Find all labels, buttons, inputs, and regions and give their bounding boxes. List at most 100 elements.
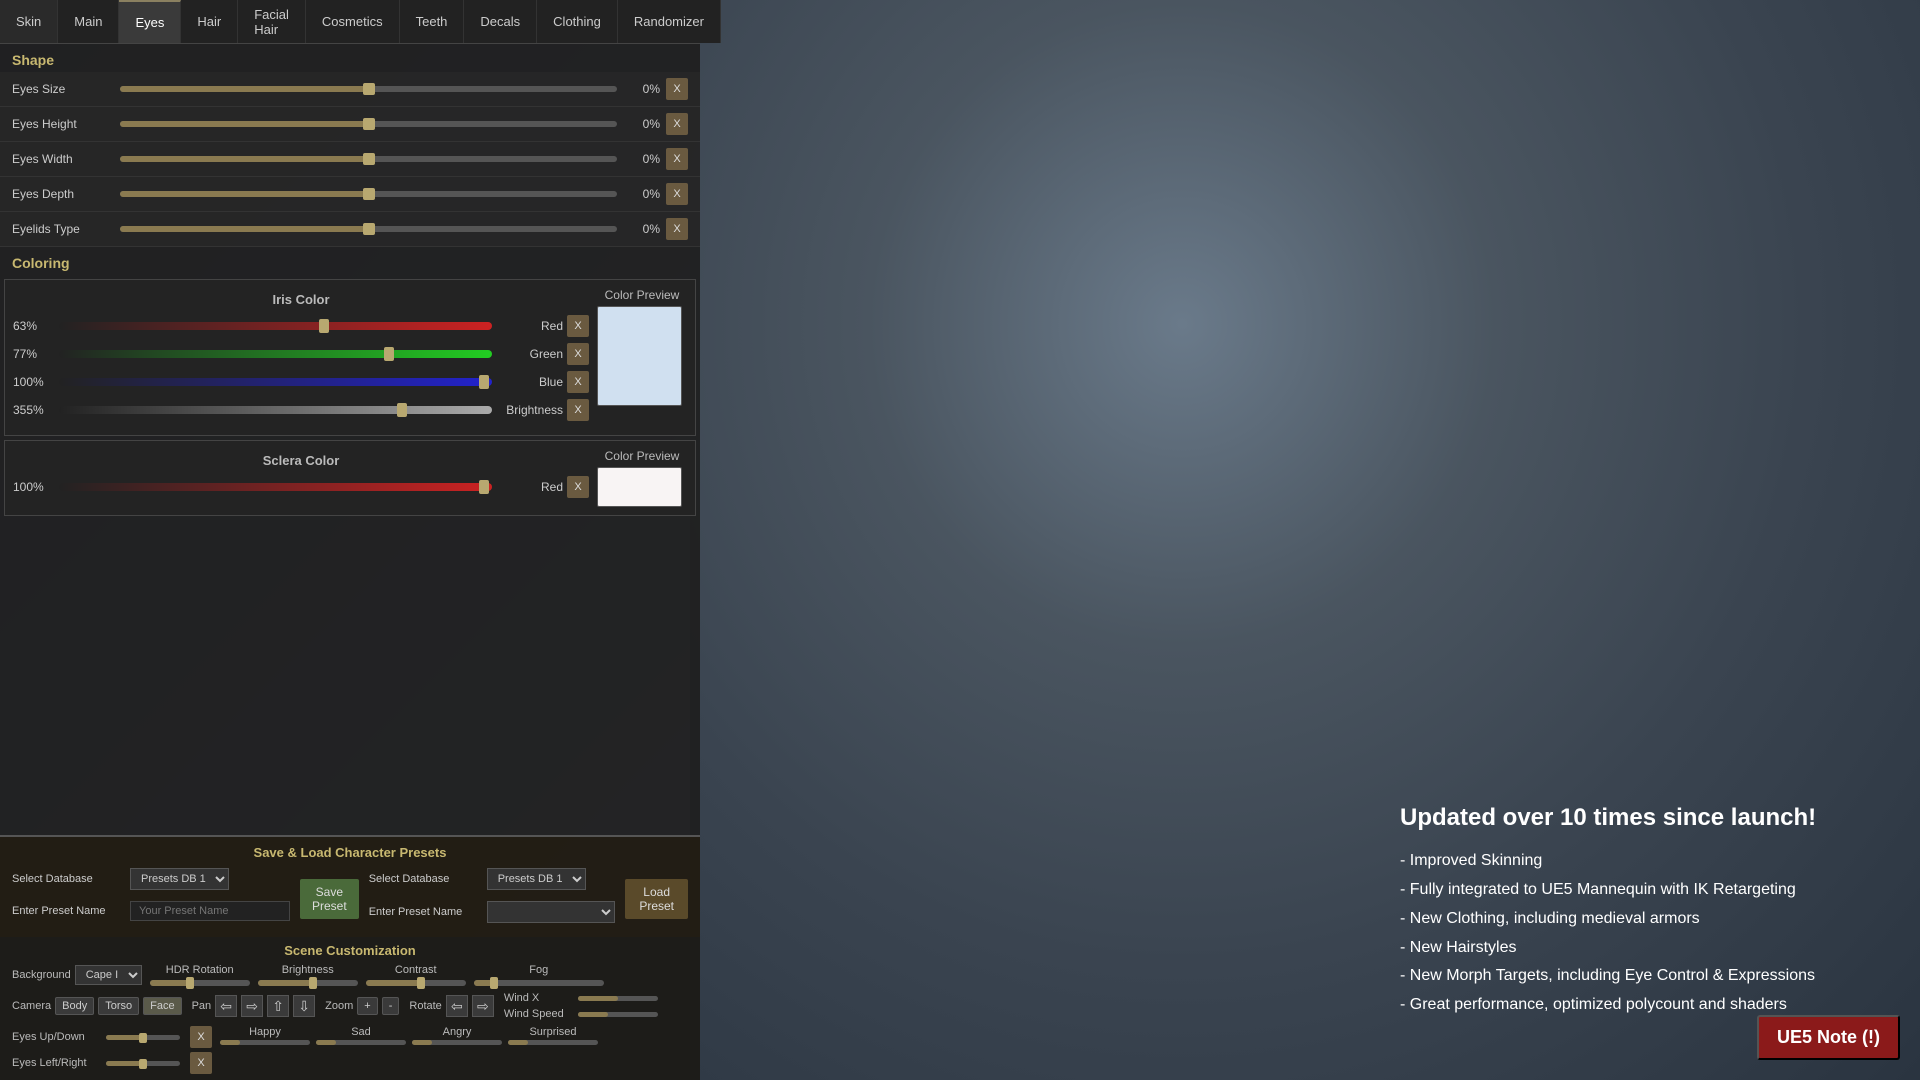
camera-label: Camera	[12, 1000, 51, 1012]
iris-blue-pct: 100%	[13, 375, 53, 389]
pan-left-btn[interactable]: ⇦	[215, 995, 237, 1017]
tab-skin[interactable]: Skin	[0, 0, 58, 43]
save-name-input[interactable]	[130, 901, 290, 921]
iris-green-name: Green	[498, 347, 563, 361]
coloring-section-header: Coloring	[0, 247, 700, 275]
load-db-select[interactable]: Presets DB 1	[487, 868, 586, 890]
eyes-left-right-reset[interactable]: X	[190, 1052, 212, 1074]
tab-decals[interactable]: Decals	[464, 0, 537, 43]
pan-right-btn[interactable]: ⇨	[241, 995, 263, 1017]
iris-green-pct: 77%	[13, 347, 53, 361]
brightness-slider[interactable]	[258, 980, 358, 986]
sclera-color-preview: Color Preview	[597, 449, 687, 507]
load-preset-button[interactable]: Load Preset	[625, 879, 688, 919]
happy-label: Happy	[249, 1026, 281, 1038]
tab-main[interactable]: Main	[58, 0, 119, 43]
iris-brightness-name: Brightness	[498, 403, 563, 417]
save-preset-button[interactable]: Save Preset	[300, 879, 359, 919]
tab-hair[interactable]: Hair	[181, 0, 238, 43]
eyes-height-value: 0%	[625, 117, 660, 131]
eyes-width-track[interactable]	[120, 156, 617, 162]
eyes-size-reset[interactable]: X	[666, 78, 688, 100]
sad-slider[interactable]	[316, 1040, 406, 1045]
eyes-depth-value: 0%	[625, 187, 660, 201]
eyes-up-down-slider[interactable]	[106, 1035, 180, 1040]
iris-green-reset[interactable]: X	[567, 343, 589, 365]
eyes-up-down-reset[interactable]: X	[190, 1026, 212, 1048]
contrast-slider[interactable]	[366, 980, 466, 986]
save-db-select[interactable]: Presets DB 1	[130, 868, 229, 890]
camera-torso-btn[interactable]: Torso	[98, 997, 139, 1015]
wind-x-slider[interactable]	[578, 996, 658, 1001]
iris-red-name: Red	[498, 319, 563, 333]
sclera-preview-label: Color Preview	[597, 449, 687, 463]
hdr-slider[interactable]	[150, 980, 250, 986]
brightness-ctrl: Brightness	[258, 964, 358, 986]
fog-label: Fog	[529, 964, 548, 976]
load-name-row: Enter Preset Name	[369, 901, 616, 923]
iris-brightness-reset[interactable]: X	[567, 399, 589, 421]
iris-brightness-track[interactable]	[59, 406, 492, 414]
background-select[interactable]: Cape I	[75, 965, 142, 985]
angry-label: Angry	[443, 1026, 472, 1038]
iris-red-reset[interactable]: X	[567, 315, 589, 337]
zoom-out-btn[interactable]: -	[382, 997, 400, 1015]
background-label: Background	[12, 969, 71, 981]
eyes-size-track[interactable]	[120, 86, 617, 92]
eyes-size-fill	[120, 86, 369, 92]
info-point-2: - Fully integrated to UE5 Mannequin with…	[1400, 876, 1900, 905]
eyes-depth-track[interactable]	[120, 191, 617, 197]
happy-slider[interactable]	[220, 1040, 310, 1045]
iris-blue-track[interactable]	[59, 378, 492, 386]
iris-green-row: 77% Green X	[13, 343, 589, 365]
angry-slider[interactable]	[412, 1040, 502, 1045]
wind-speed-label: Wind Speed	[504, 1008, 574, 1020]
eyes-left-right-slider[interactable]	[106, 1061, 180, 1066]
scene-title: Scene Customization	[8, 943, 692, 958]
iris-blue-reset[interactable]: X	[567, 371, 589, 393]
load-db-label: Select Database	[369, 873, 479, 885]
angry-ctrl: Angry	[412, 1026, 502, 1045]
tab-cosmetics[interactable]: Cosmetics	[306, 0, 400, 43]
iris-red-track[interactable]	[59, 322, 492, 330]
rotate-right-btn[interactable]: ⇨	[472, 995, 494, 1017]
sclera-red-track[interactable]	[59, 483, 492, 491]
iris-green-track[interactable]	[59, 350, 492, 358]
pan-down-btn[interactable]: ⇩	[293, 995, 315, 1017]
eyelids-type-track[interactable]	[120, 226, 617, 232]
eyelids-type-label: Eyelids Type	[12, 222, 112, 236]
sclera-red-reset[interactable]: X	[567, 476, 589, 498]
zoom-in-btn[interactable]: +	[357, 997, 377, 1015]
tab-randomizer[interactable]: Randomizer	[618, 0, 721, 43]
camera-face-btn[interactable]: Face	[143, 997, 181, 1015]
tab-teeth[interactable]: Teeth	[400, 0, 465, 43]
tab-eyes[interactable]: Eyes	[119, 0, 181, 43]
eyelids-type-reset[interactable]: X	[666, 218, 688, 240]
surprised-ctrl: Surprised	[508, 1026, 598, 1045]
eyes-width-reset[interactable]: X	[666, 148, 688, 170]
tab-clothing[interactable]: Clothing	[537, 0, 618, 43]
wind-speed-slider[interactable]	[578, 1012, 658, 1017]
eyes-height-reset[interactable]: X	[666, 113, 688, 135]
wind-speed-row: Wind Speed	[504, 1008, 658, 1020]
eyes-left-right-row: Eyes Left/Right X	[12, 1052, 212, 1074]
rotate-label: Rotate	[409, 1000, 441, 1012]
rotate-left-btn[interactable]: ⇦	[446, 995, 468, 1017]
camera-body-btn[interactable]: Body	[55, 997, 94, 1015]
eyes-up-down-label: Eyes Up/Down	[12, 1031, 102, 1043]
tab-facial-hair[interactable]: Facial Hair	[238, 0, 306, 43]
eyes-depth-reset[interactable]: X	[666, 183, 688, 205]
ue5-note-button[interactable]: UE5 Note (!)	[1757, 1015, 1900, 1060]
iris-preview-swatch	[597, 306, 682, 406]
iris-color-title: Iris Color	[13, 288, 589, 315]
iris-preview-label: Color Preview	[597, 288, 687, 302]
info-point-4: - New Hairstyles	[1400, 934, 1900, 963]
eyes-depth-fill	[120, 191, 369, 197]
pan-up-btn[interactable]: ⇧	[267, 995, 289, 1017]
fog-slider[interactable]	[474, 980, 604, 986]
eyes-height-track[interactable]	[120, 121, 617, 127]
scene-section: Scene Customization Background Cape I HD…	[0, 937, 700, 1080]
load-name-select[interactable]	[487, 901, 616, 923]
surprised-slider[interactable]	[508, 1040, 598, 1045]
contrast-ctrl: Contrast	[366, 964, 466, 986]
